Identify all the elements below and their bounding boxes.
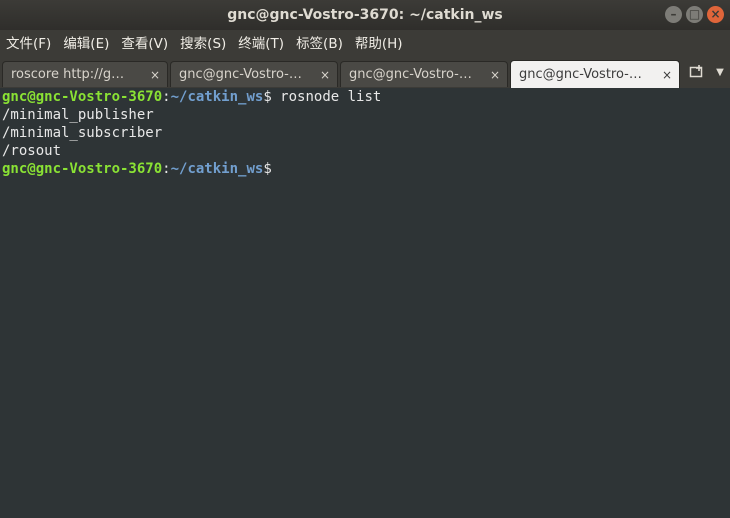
minimize-icon[interactable]: – (665, 6, 682, 23)
prompt-symbol: $ (263, 89, 272, 105)
tab-terminal-active[interactable]: gnc@gnc-Vostro-… × (510, 60, 680, 88)
menu-edit[interactable]: 编辑(E) (57, 30, 115, 58)
tab-roscore[interactable]: roscore http://g… × (2, 61, 168, 87)
prompt-separator: : (162, 161, 171, 177)
prompt-path: ~/catkin_ws (170, 89, 264, 105)
new-tab-icon-shape (689, 65, 703, 78)
menu-view[interactable]: 查看(V) (115, 30, 174, 58)
terminal-line-prompt: gnc@gnc-Vostro-3670:~/catkin_ws$ (2, 160, 280, 178)
window-titlebar[interactable]: gnc@gnc-Vostro-3670: ~/catkin_ws – □ × (0, 0, 730, 30)
tab-label: gnc@gnc-Vostro-… (179, 67, 302, 82)
menu-terminal[interactable]: 终端(T) (232, 30, 290, 58)
window-title: gnc@gnc-Vostro-3670: ~/catkin_ws (227, 7, 503, 23)
tab-close-icon[interactable]: × (320, 62, 330, 88)
prompt-symbol: $ (263, 161, 272, 177)
tab-label: roscore http://g… (11, 67, 125, 82)
close-icon[interactable]: × (707, 6, 724, 23)
window-controls: – □ × (665, 6, 724, 23)
prompt-path: ~/catkin_ws (170, 161, 264, 177)
prompt-separator: : (162, 89, 171, 105)
menu-help[interactable]: 帮助(H) (349, 30, 409, 58)
prompt-user-host: gnc@gnc-Vostro-3670 (2, 161, 163, 177)
tab-close-icon[interactable]: × (662, 61, 672, 89)
maximize-icon[interactable]: □ (686, 6, 703, 23)
tab-terminal-2[interactable]: gnc@gnc-Vostro-… × (170, 61, 338, 87)
menu-file[interactable]: 文件(F) (0, 30, 57, 58)
new-tab-icon[interactable] (688, 64, 706, 82)
tab-close-icon[interactable]: × (490, 62, 500, 88)
menu-tabs[interactable]: 标签(B) (290, 30, 349, 58)
terminal-output-line: /rosout (2, 143, 62, 159)
terminal-output[interactable]: gnc@gnc-Vostro-3670:~/catkin_ws$ rosnode… (0, 88, 730, 518)
menubar: 文件(F) 编辑(E) 查看(V) 搜索(S) 终端(T) 标签(B) 帮助(H… (0, 30, 730, 58)
terminal-line-command: gnc@gnc-Vostro-3670:~/catkin_ws$ rosnode… (2, 88, 381, 106)
tab-close-icon[interactable]: × (150, 62, 160, 88)
command-text: rosnode list (271, 89, 382, 105)
tab-label: gnc@gnc-Vostro-… (349, 67, 472, 82)
tab-label: gnc@gnc-Vostro-… (519, 67, 642, 82)
prompt-user-host: gnc@gnc-Vostro-3670 (2, 89, 163, 105)
chevron-down-icon[interactable]: ▼ (713, 64, 727, 82)
menu-search[interactable]: 搜索(S) (174, 30, 232, 58)
tab-bar: roscore http://g… × gnc@gnc-Vostro-… × g… (0, 58, 730, 88)
terminal-output-line: /minimal_subscriber (2, 125, 163, 141)
trailing-space (272, 161, 280, 177)
tab-terminal-3[interactable]: gnc@gnc-Vostro-… × (340, 61, 508, 87)
terminal-output-line: /minimal_publisher (2, 107, 154, 123)
